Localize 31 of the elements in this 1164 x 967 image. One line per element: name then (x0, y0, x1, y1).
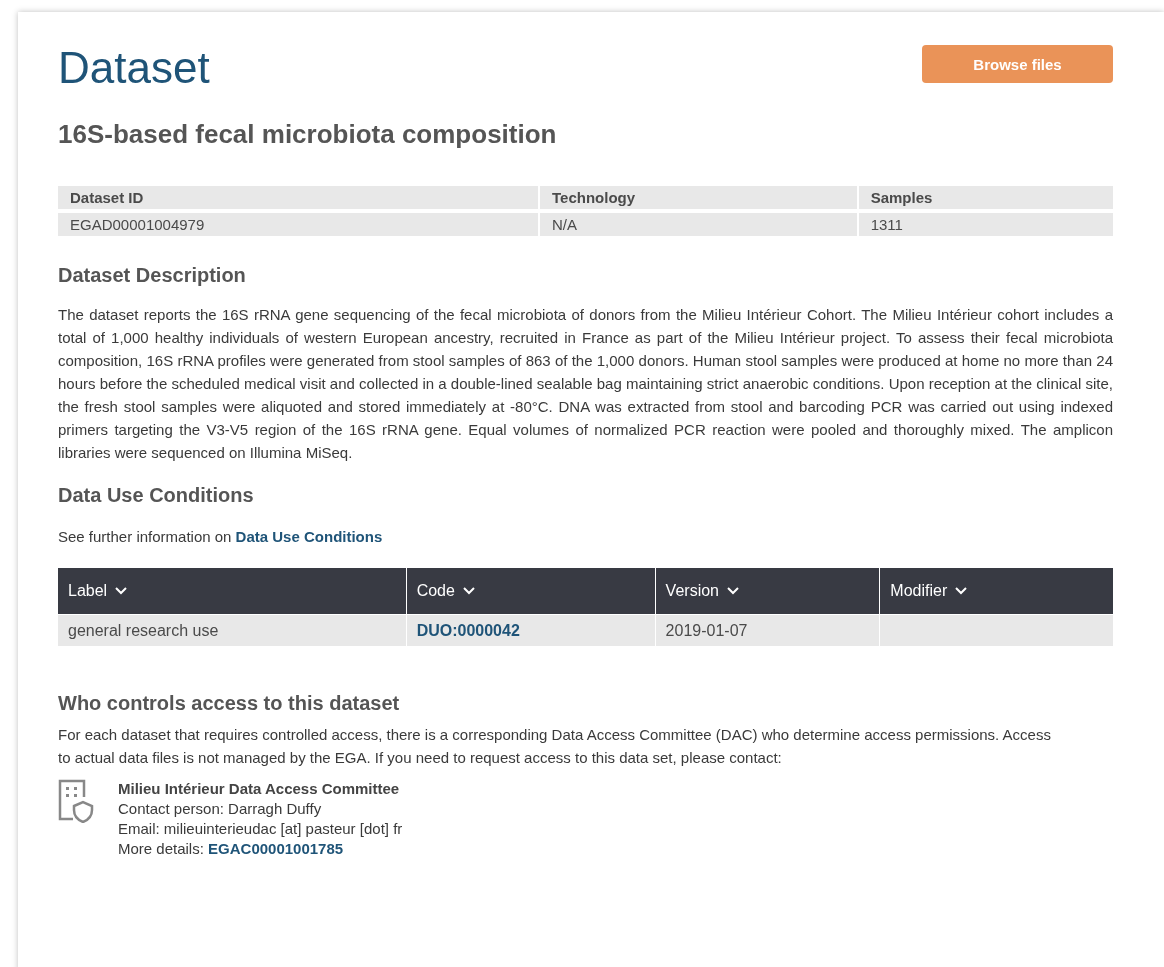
table-header-cell: Dataset ID (58, 186, 538, 209)
info-sentence: See further information on Data Use Conditions (58, 527, 384, 547)
section-heading: Data Use Conditions (58, 484, 255, 507)
column-header[interactable]: Modifier (879, 568, 1113, 615)
more-details: More details: EGAC00001001785 (118, 839, 345, 859)
table-cell: EGAD00001004979 (58, 213, 538, 236)
table-cell: 1311 (856, 213, 1113, 236)
building-shield-icon (58, 779, 94, 823)
column-header[interactable]: Code (406, 568, 656, 615)
committee-id-link[interactable]: EGAC00001001785 (208, 840, 344, 857)
section-heading: Dataset Description (58, 264, 247, 287)
dataset-title: 16S-based fecal microbiota composition (58, 119, 558, 150)
chevron-down-icon[interactable] (955, 587, 968, 595)
contact-person: Contact person: Darragh Duffy (118, 799, 323, 819)
data-use-conditions-link[interactable]: Data Use Conditions (235, 528, 383, 545)
chevron-down-icon[interactable] (115, 587, 128, 595)
table-cell: 2019-01-07 (655, 614, 880, 646)
table-header-cell: Samples (856, 186, 1113, 209)
chevron-down-icon[interactable] (462, 587, 475, 595)
page-title: Dataset (58, 42, 210, 94)
description-paragraph: The dataset reports the 16S rRNA gene sequencing of the fecal microbiota of donors from the Milieu Intérieur Cohort. The Milieu Intérieur cohort includes a total of 1,000 healthy individuals of western European ancestry, recruited in France as part of the Milieu Intérieur project. To assess their fecal microbiota composition, 16S rRNA profiles were generated from stool samples of 863 of the 1,000 donors. Human stool samples were produced at home no more than 24 hours before the scheduled medical visit and collected in a double-lined sealable bag maintaining strict anaerobic conditions. Upon reception at the clinical site, the fresh stool samples were aliquoted and stored immediately at -80°C. DNA was extracted from stool and barcoding PCR was carried out using indexed primers targeting the V3-V5 region of the 16S rRNA gene. Equal volumes of normalized PCR reaction were pooled and thoroughly mixed. The amplicon libraries were sequenced on Illumina MiSeq. (58, 305, 1113, 463)
table-cell: general research use (58, 614, 407, 646)
contact-email: Email: milieuinterieudac [at] pasteur [dot] fr (118, 819, 403, 839)
chevron-down-icon[interactable] (727, 587, 739, 595)
committee-name: Milieu Intérieur Data Access Committee (118, 779, 401, 799)
table-header-cell: Technology (538, 186, 857, 209)
access-paragraph: For each dataset that requires controlled access, there is a corresponding Data Access Committee (DAC) who determine access permissions. Access to actual data files is not managed by the EGA. If you need to request access to this data set, please contact: (58, 725, 1052, 768)
table-cell: N/A (538, 213, 857, 236)
section-heading: Who controls access to this dataset (58, 692, 401, 715)
column-header[interactable]: Label (58, 568, 407, 615)
column-header[interactable]: Version (655, 568, 880, 615)
